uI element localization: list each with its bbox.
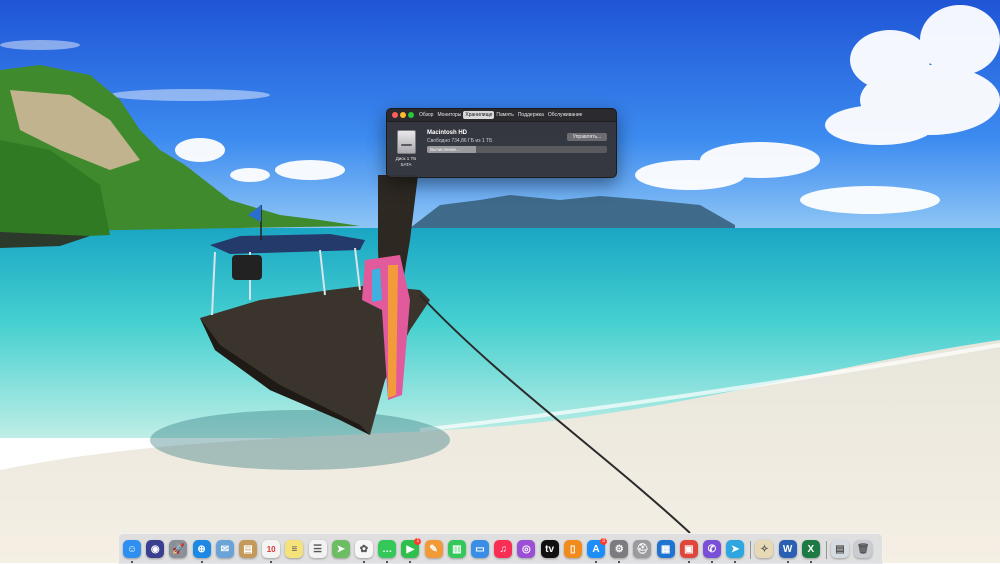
telegram-icon[interactable]: ➤ [726,540,745,558]
disk-free-space: Свободно 734,86 ГБ из 1 ТБ [427,138,493,144]
keynote-icon[interactable]: ▭ [471,540,489,558]
tab-service[interactable]: Обслуживание [546,111,585,119]
dock-separator [750,541,752,559]
dock-separator [826,541,827,559]
screen-sharing-icon[interactable]: ▣ [679,540,698,558]
window-tab-bar: Обзор Мониторы Хранилище Память Поддержк… [417,111,584,119]
preview-icon[interactable]: ✧ [755,540,774,558]
storage-usage-bar: Вычисление... [427,146,607,153]
tab-overview[interactable]: Обзор [417,111,435,119]
disk-capacity-label: Диск 1 ТБ SATA [391,156,421,168]
system-preferences-icon[interactable]: ⚙ [610,540,629,558]
safari-icon[interactable]: ⊕ [192,540,211,558]
minimize-window-button[interactable] [400,112,406,118]
appletv-icon[interactable]: tv [540,540,559,558]
reminders-icon[interactable]: ☰ [308,540,327,558]
notification-badge: 1 [414,538,422,545]
messages-icon[interactable]: … [378,540,397,558]
excel-icon[interactable]: X [801,540,820,558]
finder-icon[interactable]: ☺ [123,540,141,558]
music-icon[interactable]: ♫ [494,540,513,558]
disk-name: Macintosh HD [427,130,468,136]
siri-icon[interactable]: ◉ [146,540,165,558]
notification-badge: 3 [600,538,607,545]
tab-memory[interactable]: Память [494,111,515,119]
disk-utility-icon[interactable]: ⛑ [633,540,652,558]
dock: ☺ ◉ 🚀 ⊕ ✉ ▤ 10 ≡ ☰ ➤ ✿… ▶ 1 ✎ ▥ ▭ ♫ ◎ tv ▯ A 3 ⚙ ⛑ ▦ ▣ ✆ ➤ ✧ W X ▤ 🗑 [118,533,883,564]
downloads-folder-icon[interactable]: ▤ [831,540,849,558]
pages-icon[interactable]: ✎ [424,540,443,558]
word-icon[interactable]: W [778,540,797,558]
storage-status: Вычисление... [430,147,460,152]
photos-icon[interactable]: ✿ [355,540,373,558]
tab-storage[interactable]: Хранилище [463,111,495,119]
notes-icon[interactable]: ≡ [285,540,304,558]
calendar-icon[interactable]: 10 [262,540,281,558]
mail-icon[interactable]: ✉ [215,540,234,558]
zoom-window-button[interactable] [408,112,414,118]
tab-displays[interactable]: Мониторы [435,111,463,119]
contacts-icon[interactable]: ▤ [239,540,257,558]
numbers-icon[interactable]: ▥ [447,540,466,558]
maps-icon[interactable]: ➤ [331,540,350,558]
about-this-mac-window: Обзор Мониторы Хранилище Память Поддержк… [386,108,617,178]
books-icon[interactable]: ▯ [563,540,582,558]
window-titlebar[interactable]: Обзор Мониторы Хранилище Память Поддержк… [387,109,616,122]
disk-type: SATA [400,162,412,167]
desktop-wallpaper [0,0,1000,563]
trash-icon[interactable]: 🗑 [854,540,873,558]
podcasts-icon[interactable]: ◎ [517,540,536,558]
hard-drive-icon [397,130,416,154]
trello-icon[interactable]: ▦ [656,540,675,558]
close-window-button[interactable] [392,112,398,118]
wallpaper-illustration [0,0,1000,563]
tab-support[interactable]: Поддержка [516,111,546,119]
manage-button[interactable]: Управлять... [567,133,607,141]
viber-icon[interactable]: ✆ [703,540,721,558]
launchpad-icon[interactable]: 🚀 [169,540,188,558]
